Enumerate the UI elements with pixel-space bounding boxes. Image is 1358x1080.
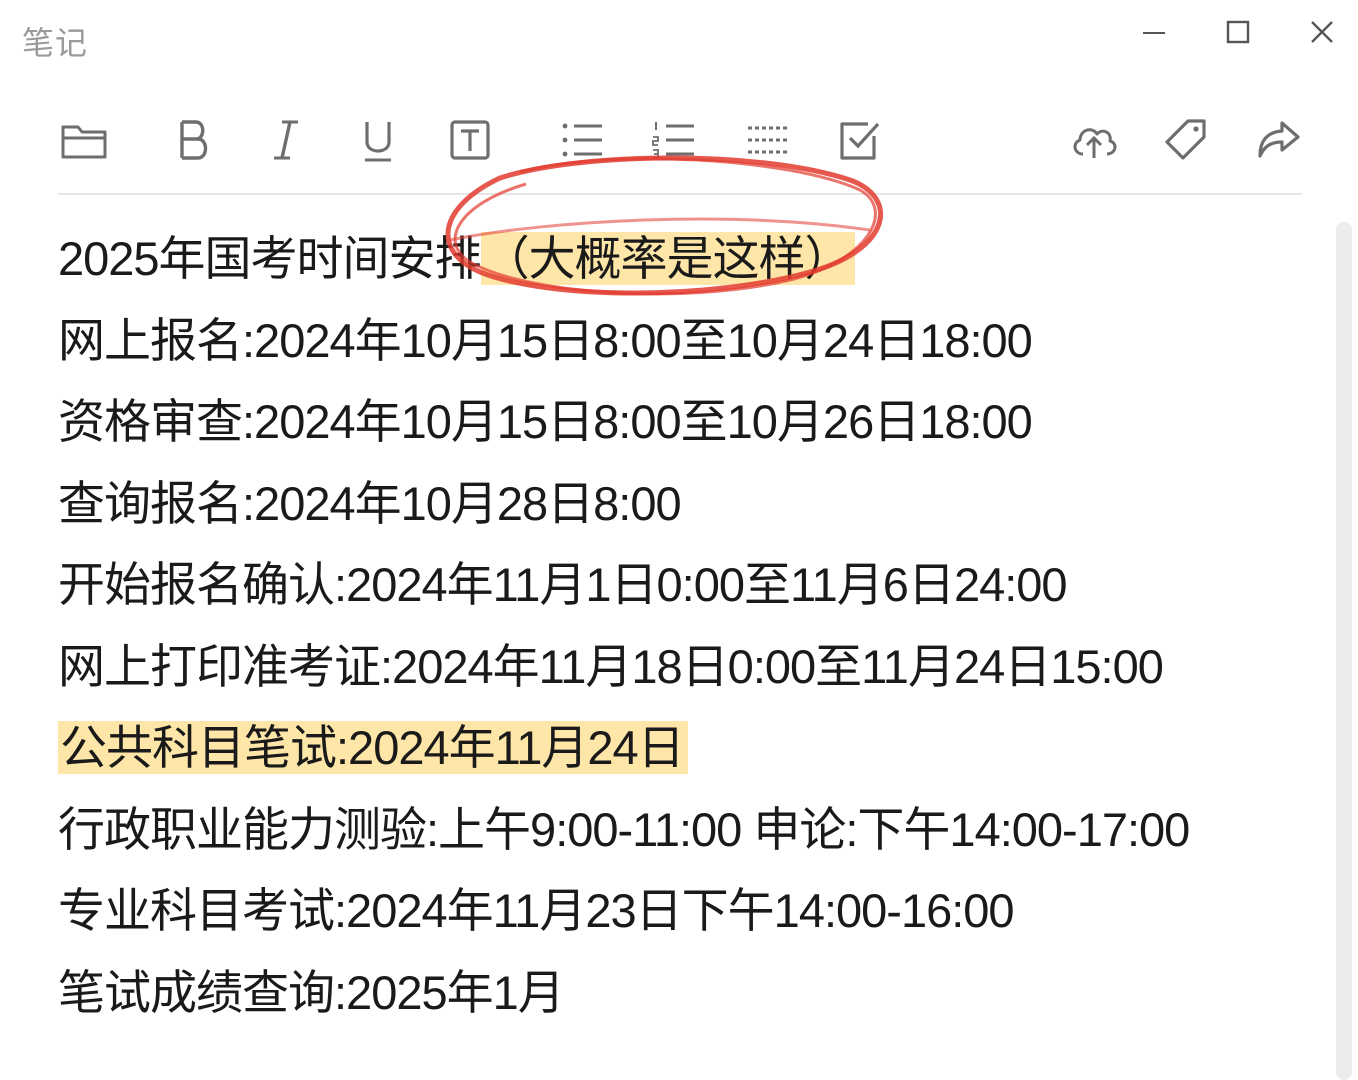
bold-button[interactable] [168,114,220,166]
note-line: 网上打印准考证:2024年11月18日0:00至11月24日15:00 [58,639,1164,693]
note-body[interactable]: 2025年国考时间安排（大概率是这样） 网上报名:2024年10月15日8:00… [58,218,1318,1033]
share-icon [1258,121,1300,158]
vertical-scrollbar[interactable] [1336,222,1352,1080]
highlighted-note-line: 公共科目笔试:2024年11月24日 [58,721,688,774]
underline-button[interactable] [352,114,404,166]
folder-icon [61,125,107,159]
minimize-icon [1143,32,1165,34]
italic-icon [274,120,298,160]
share-button[interactable] [1252,114,1304,166]
close-button[interactable] [1302,14,1342,54]
note-line: 查询报名:2024年10月28日8:00 [58,476,682,530]
checkbox-button[interactable] [834,114,886,166]
tag-icon [1165,119,1206,160]
divider-line-icon [748,126,788,154]
italic-button[interactable] [260,114,312,166]
cloud-upload-icon [1073,128,1117,158]
numbered-list-button[interactable] [648,114,700,166]
cloud-upload-button[interactable] [1068,114,1120,166]
checkbox-icon [840,122,880,160]
note-line: 开始报名确认:2024年11月1日0:00至11月6日24:00 [58,558,1068,611]
note-line: 网上报名:2024年10月15日8:00至10月24日18:00 [58,313,1033,367]
numbered-list-icon [652,122,694,159]
window-title: 笔记 [22,24,89,62]
maximize-icon [1226,20,1250,44]
bullet-list-button[interactable] [556,114,608,166]
formatting-toolbar [0,100,1358,180]
tag-button[interactable] [1160,114,1212,166]
toolbar-divider [58,193,1302,195]
note-line: 专业科目考试:2024年11月23日下午14:00-16:00 [58,884,1015,937]
text-box-button[interactable] [444,114,496,166]
title-bar: 笔记 [0,0,1358,80]
bold-icon [180,120,208,160]
bullet-list-icon [562,123,602,157]
note-line: 资格审查:2024年10月15日8:00至10月26日18:00 [58,395,1033,448]
maximize-button[interactable] [1218,14,1258,54]
underline-icon [365,122,391,162]
note-title-highlight: （大概率是这样） [480,232,855,285]
close-icon [1311,21,1333,43]
minimize-button[interactable] [1134,14,1174,54]
note-line: 行政职业能力测验:上午9:00-11:00 申论:下午14:00-17:00 [58,802,1190,856]
note-title-line: 2025年国考时间安排（大概率是这样） [58,218,1318,300]
folder-button[interactable] [58,114,110,166]
divider-line-button[interactable] [742,114,794,166]
note-line: 笔试成绩查询:2025年1月 [58,965,565,1019]
note-title: 2025年国考时间安排 [58,232,482,285]
text-box-icon [450,120,490,160]
